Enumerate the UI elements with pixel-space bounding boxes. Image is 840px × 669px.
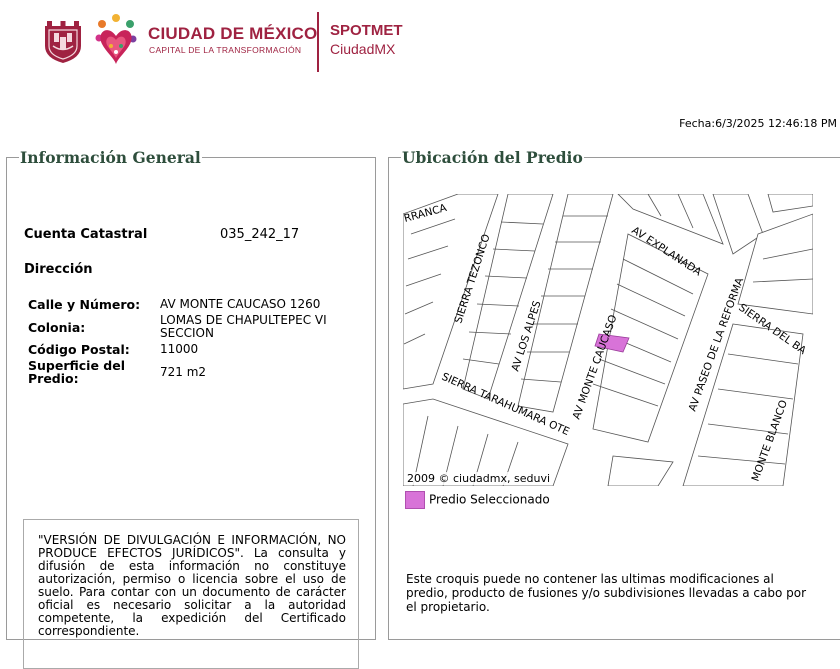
app-subname: CiudadMX [330,41,396,57]
ubicacion-predio-panel: Ubicación del Predio RRANCA SIERRA TEZON… [388,148,840,640]
table-row: Colonia: LOMAS DE CHAPULTEPEC VI SECCION [24,313,354,342]
direccion-table: Calle y Número: AV MONTE CAUCASO 1260 Co… [24,297,354,387]
informacion-general-panel: Información General Cuenta Catastral 035… [6,148,376,669]
location-map[interactable]: RRANCA SIERRA TEZONCO AV LOS ALPES AV MO… [403,194,813,486]
disclaimer-box: "VERSIÓN DE DIVULGACIÓN E INFORMACIÓN, N… [23,519,359,669]
codigo-postal-label: Código Postal: [28,342,130,357]
fecha-timestamp: Fecha:6/3/2025 12:46:18 PM [679,117,837,130]
superficie-label: Superficie del Predio: [28,358,125,386]
header: CIUDAD DE MÉXICO CAPITAL DE LA TRANSFORM… [0,0,840,90]
cdmx-crest-icon [45,21,81,63]
calle-value: AV MONTE CAUCASO 1260 [160,297,321,311]
header-divider [317,12,319,72]
city-title: CIUDAD DE MÉXICO [148,24,318,43]
legend-label: Predio Seleccionado [429,492,550,507]
map-legend: Predio Seleccionado [405,491,550,509]
map-copyright: 2009 © ciudadmx, seduvi [407,472,551,485]
table-row: Código Postal: 11000 [24,342,354,358]
cuenta-catastral-value: 035_242_17 [220,227,300,242]
ubicacion-predio-title: Ubicación del Predio [402,148,583,167]
cuenta-catastral-label: Cuenta Catastral [24,227,148,242]
selected-predio-swatch [405,491,425,509]
croquis-note: Este croquis puede no contener las ultim… [406,572,807,614]
colonia-label: Colonia: [28,319,86,335]
calle-label: Calle y Número: [28,297,141,312]
codigo-postal-value: 11000 [160,342,199,356]
heart-logo-icon [95,14,137,64]
direccion-label: Dirección [24,262,93,277]
city-subtitle: CAPITAL DE LA TRANSFORMACIÓN [149,45,302,55]
table-row: Superficie del Predio: 721 m2 [24,358,354,387]
cuenta-catastral-row: Cuenta Catastral 035_242_17 [24,227,299,242]
app-name: SPOTMET [330,22,403,39]
informacion-general-title: Información General [20,148,201,167]
map-canvas: RRANCA SIERRA TEZONCO AV LOS ALPES AV MO… [403,194,813,486]
colonia-value: LOMAS DE CHAPULTEPEC VI SECCION [160,313,327,340]
table-row: Calle y Número: AV MONTE CAUCASO 1260 [24,297,354,313]
superficie-value: 721 m2 [160,364,207,379]
